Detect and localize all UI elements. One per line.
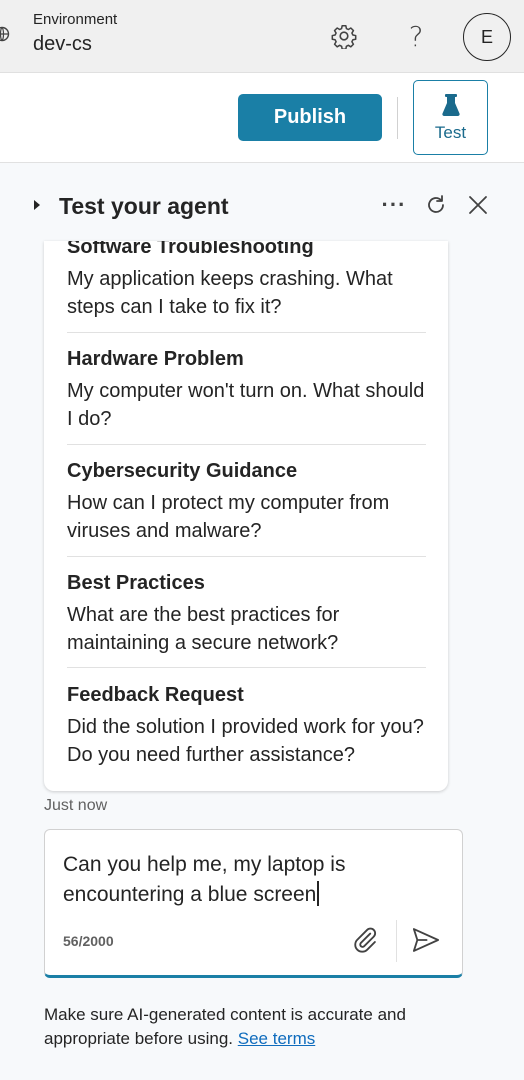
refresh-button[interactable] — [422, 191, 450, 219]
text-cursor — [317, 881, 319, 906]
panel-header: Test your agent ··· — [0, 163, 524, 243]
test-button-label: Test — [434, 122, 467, 142]
panel-title: Test your agent — [59, 193, 229, 219]
card-item[interactable]: Feedback Request Did the solution I prov… — [67, 683, 426, 769]
help-icon: ? — [408, 19, 424, 53]
card-item-title: Feedback Request — [67, 684, 244, 706]
card-item-description: How can I protect my computer from virus… — [67, 492, 390, 542]
divider — [67, 556, 426, 557]
card-item[interactable]: Hardware Problem My computer won't turn … — [67, 347, 426, 433]
suggestions-card: Software Troubleshooting My application … — [44, 241, 448, 791]
chat-input-text[interactable]: Can you help me, my laptop is encounteri… — [63, 850, 443, 910]
environment-bar: Environment dev-cs ? E — [0, 0, 524, 73]
close-button[interactable] — [464, 191, 492, 219]
avatar-initial: E — [480, 26, 493, 47]
send-icon[interactable] — [411, 926, 441, 954]
card-item-description: My application keeps crashing. What step… — [67, 268, 393, 318]
card-item-title: Hardware Problem — [67, 348, 244, 370]
message-timestamp: Just now — [44, 797, 108, 814]
attach-icon[interactable] — [351, 926, 379, 954]
more-options-button[interactable]: ··· — [380, 191, 408, 219]
refresh-icon — [428, 195, 444, 213]
environment-value[interactable]: dev-cs — [33, 33, 92, 56]
card-item-description: Did the solution I provided work for you… — [67, 716, 424, 766]
more-icon: ··· — [381, 192, 407, 217]
input-divider — [396, 920, 397, 962]
avatar[interactable]: E — [463, 13, 511, 61]
chat-input[interactable]: Can you help me, my laptop is encounteri… — [44, 829, 463, 978]
ai-disclaimer: Make sure AI-generated content is accura… — [44, 1003, 464, 1051]
environment-label: Environment — [33, 11, 118, 28]
card-item[interactable]: Cybersecurity Guidance How can I protect… — [67, 459, 426, 545]
gear-icon — [331, 24, 357, 49]
disclaimer-text: Make sure AI-generated content is accura… — [44, 1005, 406, 1048]
see-terms-link[interactable]: See terms — [238, 1029, 315, 1048]
publish-button[interactable]: Publish — [238, 94, 382, 141]
test-button[interactable]: Test — [413, 80, 488, 155]
card-item[interactable]: Software Troubleshooting My application … — [67, 241, 426, 321]
card-item-title: Cybersecurity Guidance — [67, 460, 298, 482]
card-item-title: Best Practices — [67, 572, 205, 594]
action-bar: Publish Test — [0, 73, 524, 163]
card-item-description: What are the best practices for maintain… — [67, 604, 340, 654]
toolbar-divider — [397, 97, 398, 139]
card-item-title: Software Troubleshooting — [67, 241, 314, 258]
card-item[interactable]: Best Practices What are the best practic… — [67, 571, 426, 657]
close-icon — [469, 196, 487, 214]
caret-right-icon[interactable] — [34, 200, 40, 210]
help-button[interactable]: ? — [400, 19, 432, 53]
chat-input-value: Can you help me, my laptop is encounteri… — [63, 853, 346, 906]
divider — [67, 667, 426, 668]
divider — [67, 332, 426, 333]
divider — [67, 444, 426, 445]
globe-icon[interactable] — [0, 26, 10, 42]
settings-button[interactable] — [328, 20, 360, 52]
card-item-description: My computer won't turn on. What should I… — [67, 380, 425, 430]
character-counter: 56/2000 — [63, 933, 114, 949]
beaker-icon — [441, 93, 460, 116]
